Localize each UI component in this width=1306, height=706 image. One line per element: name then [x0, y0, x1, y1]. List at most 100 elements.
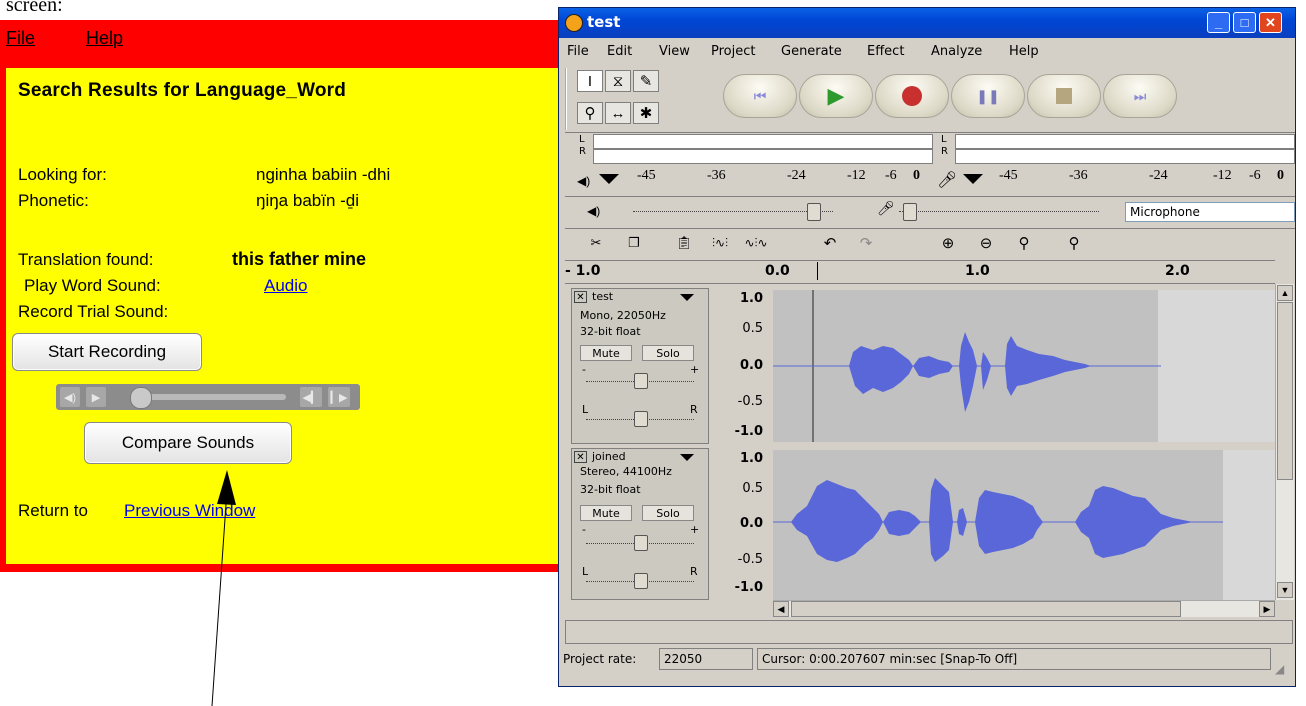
looking-for-label: Looking for:	[18, 165, 107, 184]
output-volume-slider[interactable]	[633, 211, 833, 212]
compare-sounds-button[interactable]: Compare Sounds	[84, 422, 292, 464]
input-volume-slider[interactable]	[899, 211, 1099, 212]
mute-button[interactable]: Mute	[580, 505, 632, 521]
zoom-tool-icon[interactable]: ⚲	[577, 102, 603, 124]
redo-icon[interactable]: ↷	[853, 232, 879, 254]
input-source-select[interactable]: Microphone	[1125, 202, 1295, 222]
undo-icon[interactable]: ↶	[817, 232, 843, 254]
speaker-icon: ◀)	[577, 174, 591, 188]
maximize-icon[interactable]: □	[1233, 12, 1256, 33]
gain-thumb[interactable]	[634, 373, 648, 389]
menu-analyze[interactable]: Analyze	[931, 44, 982, 59]
volume-icon[interactable]: ◀)	[60, 387, 80, 407]
fit-project-icon[interactable]: ⚲	[1061, 232, 1087, 254]
play-button[interactable]: ▶	[799, 74, 873, 118]
skip-start-icon: ⏮	[753, 87, 767, 104]
record-button[interactable]	[875, 74, 949, 118]
input-volume-icon: 🎤︎	[877, 200, 895, 216]
project-rate-field[interactable]: 22050	[659, 648, 753, 670]
scroll-up-icon[interactable]: ▲	[1277, 285, 1293, 301]
play-meter-right-label: R	[579, 146, 586, 157]
gain-minus-label: -	[582, 363, 586, 376]
track-menu-dropdown-icon[interactable]	[680, 454, 694, 461]
scroll-right-icon[interactable]: ▶	[1259, 601, 1275, 617]
title-bar[interactable]: test _ □ ✕	[559, 8, 1295, 38]
gain-thumb[interactable]	[634, 535, 648, 551]
silence-icon[interactable]: ∿⫶∿	[743, 232, 769, 254]
menu-help[interactable]: Help	[1009, 44, 1039, 59]
trim-icon[interactable]: ⫶∿⫶	[707, 232, 733, 254]
envelope-tool-icon[interactable]: ⧖	[605, 70, 631, 92]
track-format: Mono, 22050Hz	[580, 309, 666, 322]
scroll-left-icon[interactable]: ◀	[773, 601, 789, 617]
looking-for-value: nginha babiin -dhi	[256, 165, 391, 184]
skip-start-button[interactable]: ⏮	[723, 74, 797, 118]
track-name[interactable]: joined	[592, 450, 626, 463]
track-menu-dropdown-icon[interactable]	[680, 294, 694, 301]
vertical-scrollbar[interactable]: ▲ ▼	[1275, 284, 1294, 600]
play-meter-left	[593, 134, 933, 149]
track-name[interactable]: test	[592, 290, 613, 303]
skip-end-button[interactable]: ⏭	[1103, 74, 1177, 118]
forward-icon[interactable]: ▎▶	[328, 387, 350, 407]
menu-project[interactable]: Project	[711, 44, 755, 59]
output-volume-thumb[interactable]	[807, 203, 821, 221]
menu-effect[interactable]: Effect	[867, 44, 904, 59]
menu-generate[interactable]: Generate	[781, 44, 842, 59]
gain-plus-label: +	[690, 363, 700, 376]
play-meter-dropdown-icon[interactable]	[599, 174, 619, 184]
close-icon[interactable]: ✕	[1259, 12, 1282, 33]
menu-view[interactable]: View	[659, 44, 690, 59]
multi-tool-icon[interactable]: ✱	[633, 102, 659, 124]
rec-meter-dropdown-icon[interactable]	[963, 174, 983, 184]
play-icon[interactable]: ▶	[86, 387, 106, 407]
horizontal-scroll-thumb[interactable]	[791, 601, 1181, 617]
minimize-icon[interactable]: _	[1207, 12, 1230, 33]
input-volume-thumb[interactable]	[903, 203, 917, 221]
play-scale-0: 0	[913, 168, 920, 183]
menu-file[interactable]: File	[567, 44, 589, 59]
pan-thumb[interactable]	[634, 411, 648, 427]
rewind-icon[interactable]: ◀▎	[300, 387, 322, 407]
close-track-icon[interactable]: ✕	[574, 451, 587, 463]
scale-label: 0.5	[742, 321, 763, 336]
toolbar-grip[interactable]	[565, 68, 577, 130]
start-recording-button[interactable]: Start Recording	[12, 333, 202, 371]
menu-edit[interactable]: Edit	[607, 44, 632, 59]
waveform-track-joined[interactable]	[773, 450, 1275, 600]
timeshift-tool-icon[interactable]: ↔	[605, 102, 631, 124]
phonetic-label: Phonetic:	[18, 191, 89, 210]
player-seek-track[interactable]	[140, 394, 286, 400]
player-seek-knob[interactable]	[130, 387, 152, 409]
zoom-out-icon[interactable]: ⊖	[973, 232, 999, 254]
horizontal-scrollbar[interactable]: ◀ ▶	[773, 600, 1275, 617]
mute-button[interactable]: Mute	[580, 345, 632, 361]
stop-button[interactable]	[1027, 74, 1101, 118]
paste-icon[interactable]: 📋︎	[671, 232, 697, 254]
zoom-in-icon[interactable]: ⊕	[935, 232, 961, 254]
cursor-status: Cursor: 0:00.207607 min:sec [Snap-To Off…	[757, 648, 1271, 670]
cut-icon[interactable]: ✂	[583, 232, 609, 254]
resize-grip-icon[interactable]: ◢	[1275, 662, 1284, 676]
track-bitdepth: 32-bit float	[580, 483, 641, 496]
menu-file[interactable]: File	[6, 28, 35, 49]
rec-scale-12: -12	[1213, 168, 1232, 183]
track-vertical-ruler: 1.0 0.5 0.0 -0.5 -1.0	[709, 448, 773, 600]
search-results-panel: Search Results for Language_Word Looking…	[6, 68, 564, 564]
close-track-icon[interactable]: ✕	[574, 291, 587, 303]
scale-label: 0.0	[739, 516, 763, 531]
audio-link[interactable]: Audio	[264, 276, 307, 296]
draw-tool-icon[interactable]: ✎	[633, 70, 659, 92]
vertical-scroll-thumb[interactable]	[1277, 302, 1293, 480]
selection-tool-icon[interactable]: I	[577, 70, 603, 92]
pause-button[interactable]: ❚❚	[951, 74, 1025, 118]
menu-help[interactable]: Help	[86, 28, 123, 49]
solo-button[interactable]: Solo	[642, 505, 694, 521]
scroll-down-icon[interactable]: ▼	[1277, 582, 1293, 598]
solo-button[interactable]: Solo	[642, 345, 694, 361]
fit-selection-icon[interactable]: ⚲	[1011, 232, 1037, 254]
copy-icon[interactable]: ❐	[621, 232, 647, 254]
play-scale-45: -45	[637, 168, 656, 183]
waveform-track-test[interactable]	[773, 290, 1275, 442]
pan-thumb[interactable]	[634, 573, 648, 589]
